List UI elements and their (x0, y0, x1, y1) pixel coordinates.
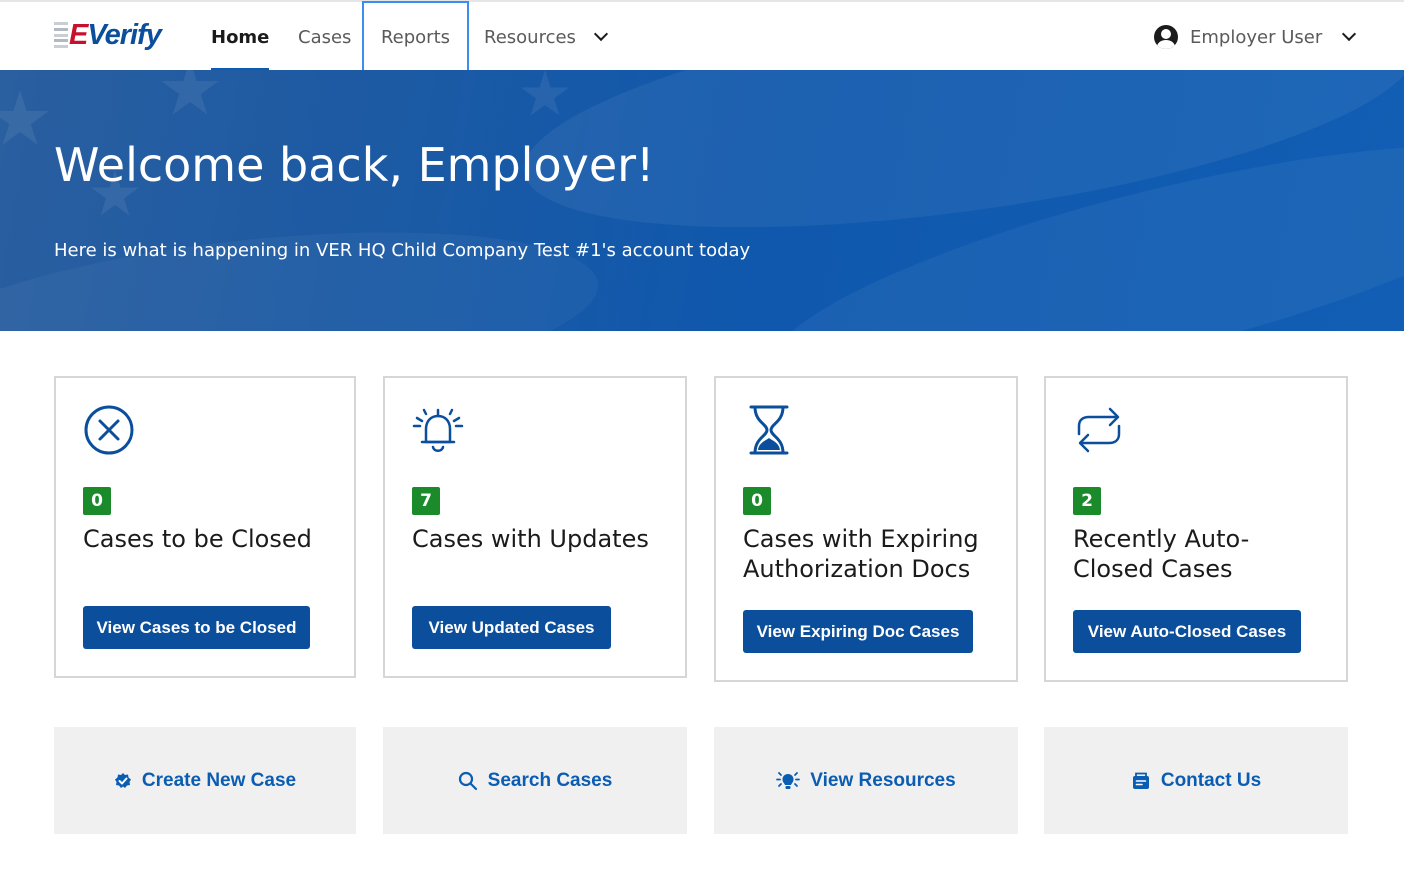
repeat-icon (1077, 407, 1121, 453)
logo-letter-e: E (69, 18, 88, 51)
check-badge-icon (114, 772, 131, 788)
card-title: Cases with Expiring Authorization Docs (743, 525, 979, 583)
everify-logo[interactable]: EVerify (54, 18, 162, 52)
logo-verify: Verify (87, 18, 162, 51)
count-badge: 2 (1073, 487, 1101, 515)
star-icon (521, 70, 569, 116)
top-navigation: EVerify Home Cases Reports Resources Emp… (0, 0, 1404, 73)
card-title: Cases with Updates (412, 525, 649, 553)
nav-resources-label: Resources (484, 26, 576, 48)
count-badge: 0 (743, 487, 771, 515)
search-cases-button[interactable]: Search Cases (383, 727, 687, 834)
flag-stripes-icon (54, 22, 68, 48)
card-expiring-authorization-docs: 0 Cases with Expiring Authorization Docs… (714, 376, 1018, 682)
user-name: Employer User (1190, 26, 1323, 48)
view-cases-to-be-closed-button[interactable]: View Cases to be Closed (83, 606, 310, 649)
card-cases-to-be-closed: 0 Cases to be Closed View Cases to be Cl… (54, 376, 356, 678)
card-cases-with-updates: 7 Cases with Updates View Updated Cases (383, 376, 687, 678)
star-icon (161, 70, 219, 115)
chevron-down-icon (1342, 26, 1357, 42)
star-icon (0, 90, 49, 145)
welcome-heading: Welcome back, Employer! (54, 138, 655, 192)
nav-cases[interactable]: Cases (298, 2, 351, 72)
view-expiring-doc-cases-button[interactable]: View Expiring Doc Cases (743, 610, 973, 653)
count-badge: 0 (83, 487, 111, 515)
nav-home[interactable]: Home (211, 2, 270, 72)
bell-icon (412, 408, 464, 452)
create-new-case-button[interactable]: Create New Case (54, 727, 356, 834)
user-menu[interactable]: Employer User (1154, 2, 1357, 72)
count-badge: 7 (412, 487, 440, 515)
lightbulb-icon (776, 771, 801, 789)
nav-reports[interactable]: Reports (362, 1, 469, 73)
card-title: Cases to be Closed (83, 525, 312, 553)
contact-us-button[interactable]: Contact Us (1044, 727, 1348, 834)
contact-icon (1132, 772, 1149, 789)
circle-x-icon (84, 405, 134, 455)
view-resources-label: View Resources (810, 769, 956, 791)
user-avatar-icon (1154, 25, 1178, 49)
view-auto-closed-cases-button[interactable]: View Auto-Closed Cases (1073, 610, 1301, 653)
view-resources-button[interactable]: View Resources (714, 727, 1018, 834)
hero-banner: Welcome back, Employer! Here is what is … (0, 70, 1404, 331)
welcome-subtitle: Here is what is happening in VER HQ Chil… (54, 240, 751, 261)
nav-resources[interactable]: Resources (484, 2, 609, 72)
hourglass-icon (749, 405, 789, 455)
create-new-case-label: Create New Case (141, 769, 297, 791)
flag-wave-decoration (0, 203, 607, 331)
contact-us-label: Contact Us (1160, 769, 1262, 791)
card-title: Recently Auto-Closed Cases (1073, 525, 1250, 583)
view-updated-cases-button[interactable]: View Updated Cases (412, 606, 611, 649)
chevron-down-icon (593, 26, 609, 42)
search-cases-label: Search Cases (487, 769, 613, 791)
card-recently-auto-closed: 2 Recently Auto-Closed Cases View Auto-C… (1044, 376, 1348, 682)
search-icon (458, 771, 477, 790)
